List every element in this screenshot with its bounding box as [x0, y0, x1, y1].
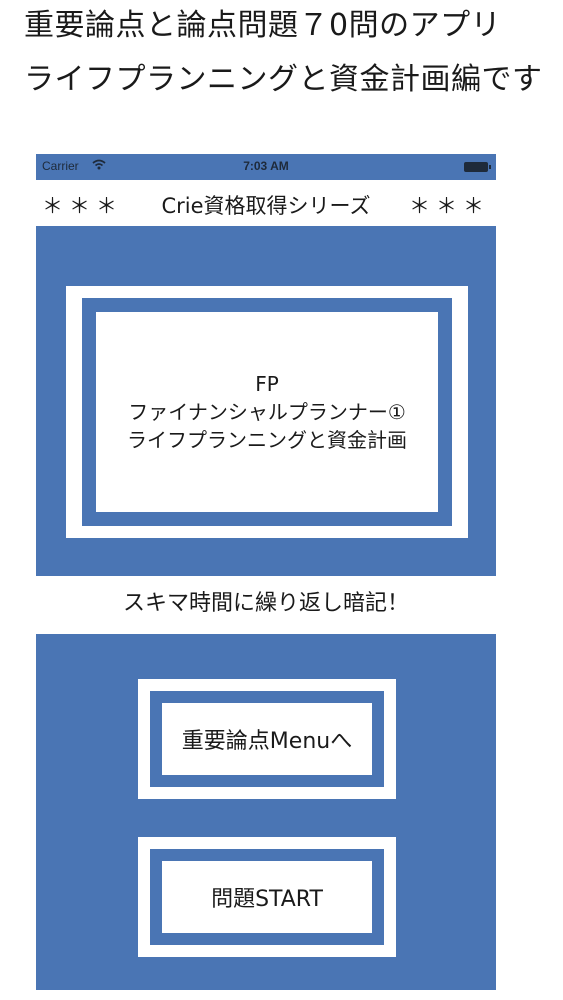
status-time: 7:03 AM: [243, 159, 289, 173]
series-header: ＊＊＊ Crie資格取得シリーズ ＊＊＊: [36, 188, 496, 224]
caption-line-1: 重要論点と論点問題７0問のアプリ: [24, 8, 502, 43]
important-points-menu-label: 重要論点Menuへ: [162, 703, 372, 775]
battery-icon: [464, 162, 491, 172]
app-title: FP ファイナンシャルプランナー① ライフプランニングと資金計画: [96, 312, 438, 512]
phone-screen: Carrier 7:03 AM ＊＊＊ Crie資格取得シリーズ ＊＊＊ FP …: [36, 154, 496, 990]
title-frame: FP ファイナンシャルプランナー① ライフプランニングと資金計画: [66, 286, 468, 538]
status-bar: Carrier 7:03 AM: [36, 154, 496, 180]
app-title-line-3: ライフプランニングと資金計画: [127, 428, 407, 452]
menu-panel: 重要論点Menuへ 問題START: [36, 634, 496, 990]
title-panel: FP ファイナンシャルプランナー① ライフプランニングと資金計画: [36, 226, 496, 576]
start-quiz-label: 問題START: [162, 861, 372, 933]
stars-decoration-right: ＊＊＊: [409, 194, 490, 218]
caption-line-2: ライフプランニングと資金計画編です: [24, 62, 543, 97]
app-title-line-2: ファイナンシャルプランナー①: [128, 400, 406, 424]
catchphrase: スキマ時間に繰り返し暗記！: [122, 591, 409, 616]
start-quiz-button[interactable]: 問題START: [138, 837, 396, 957]
app-title-line-1: FP: [255, 372, 279, 396]
important-points-menu-button[interactable]: 重要論点Menuへ: [138, 679, 396, 799]
